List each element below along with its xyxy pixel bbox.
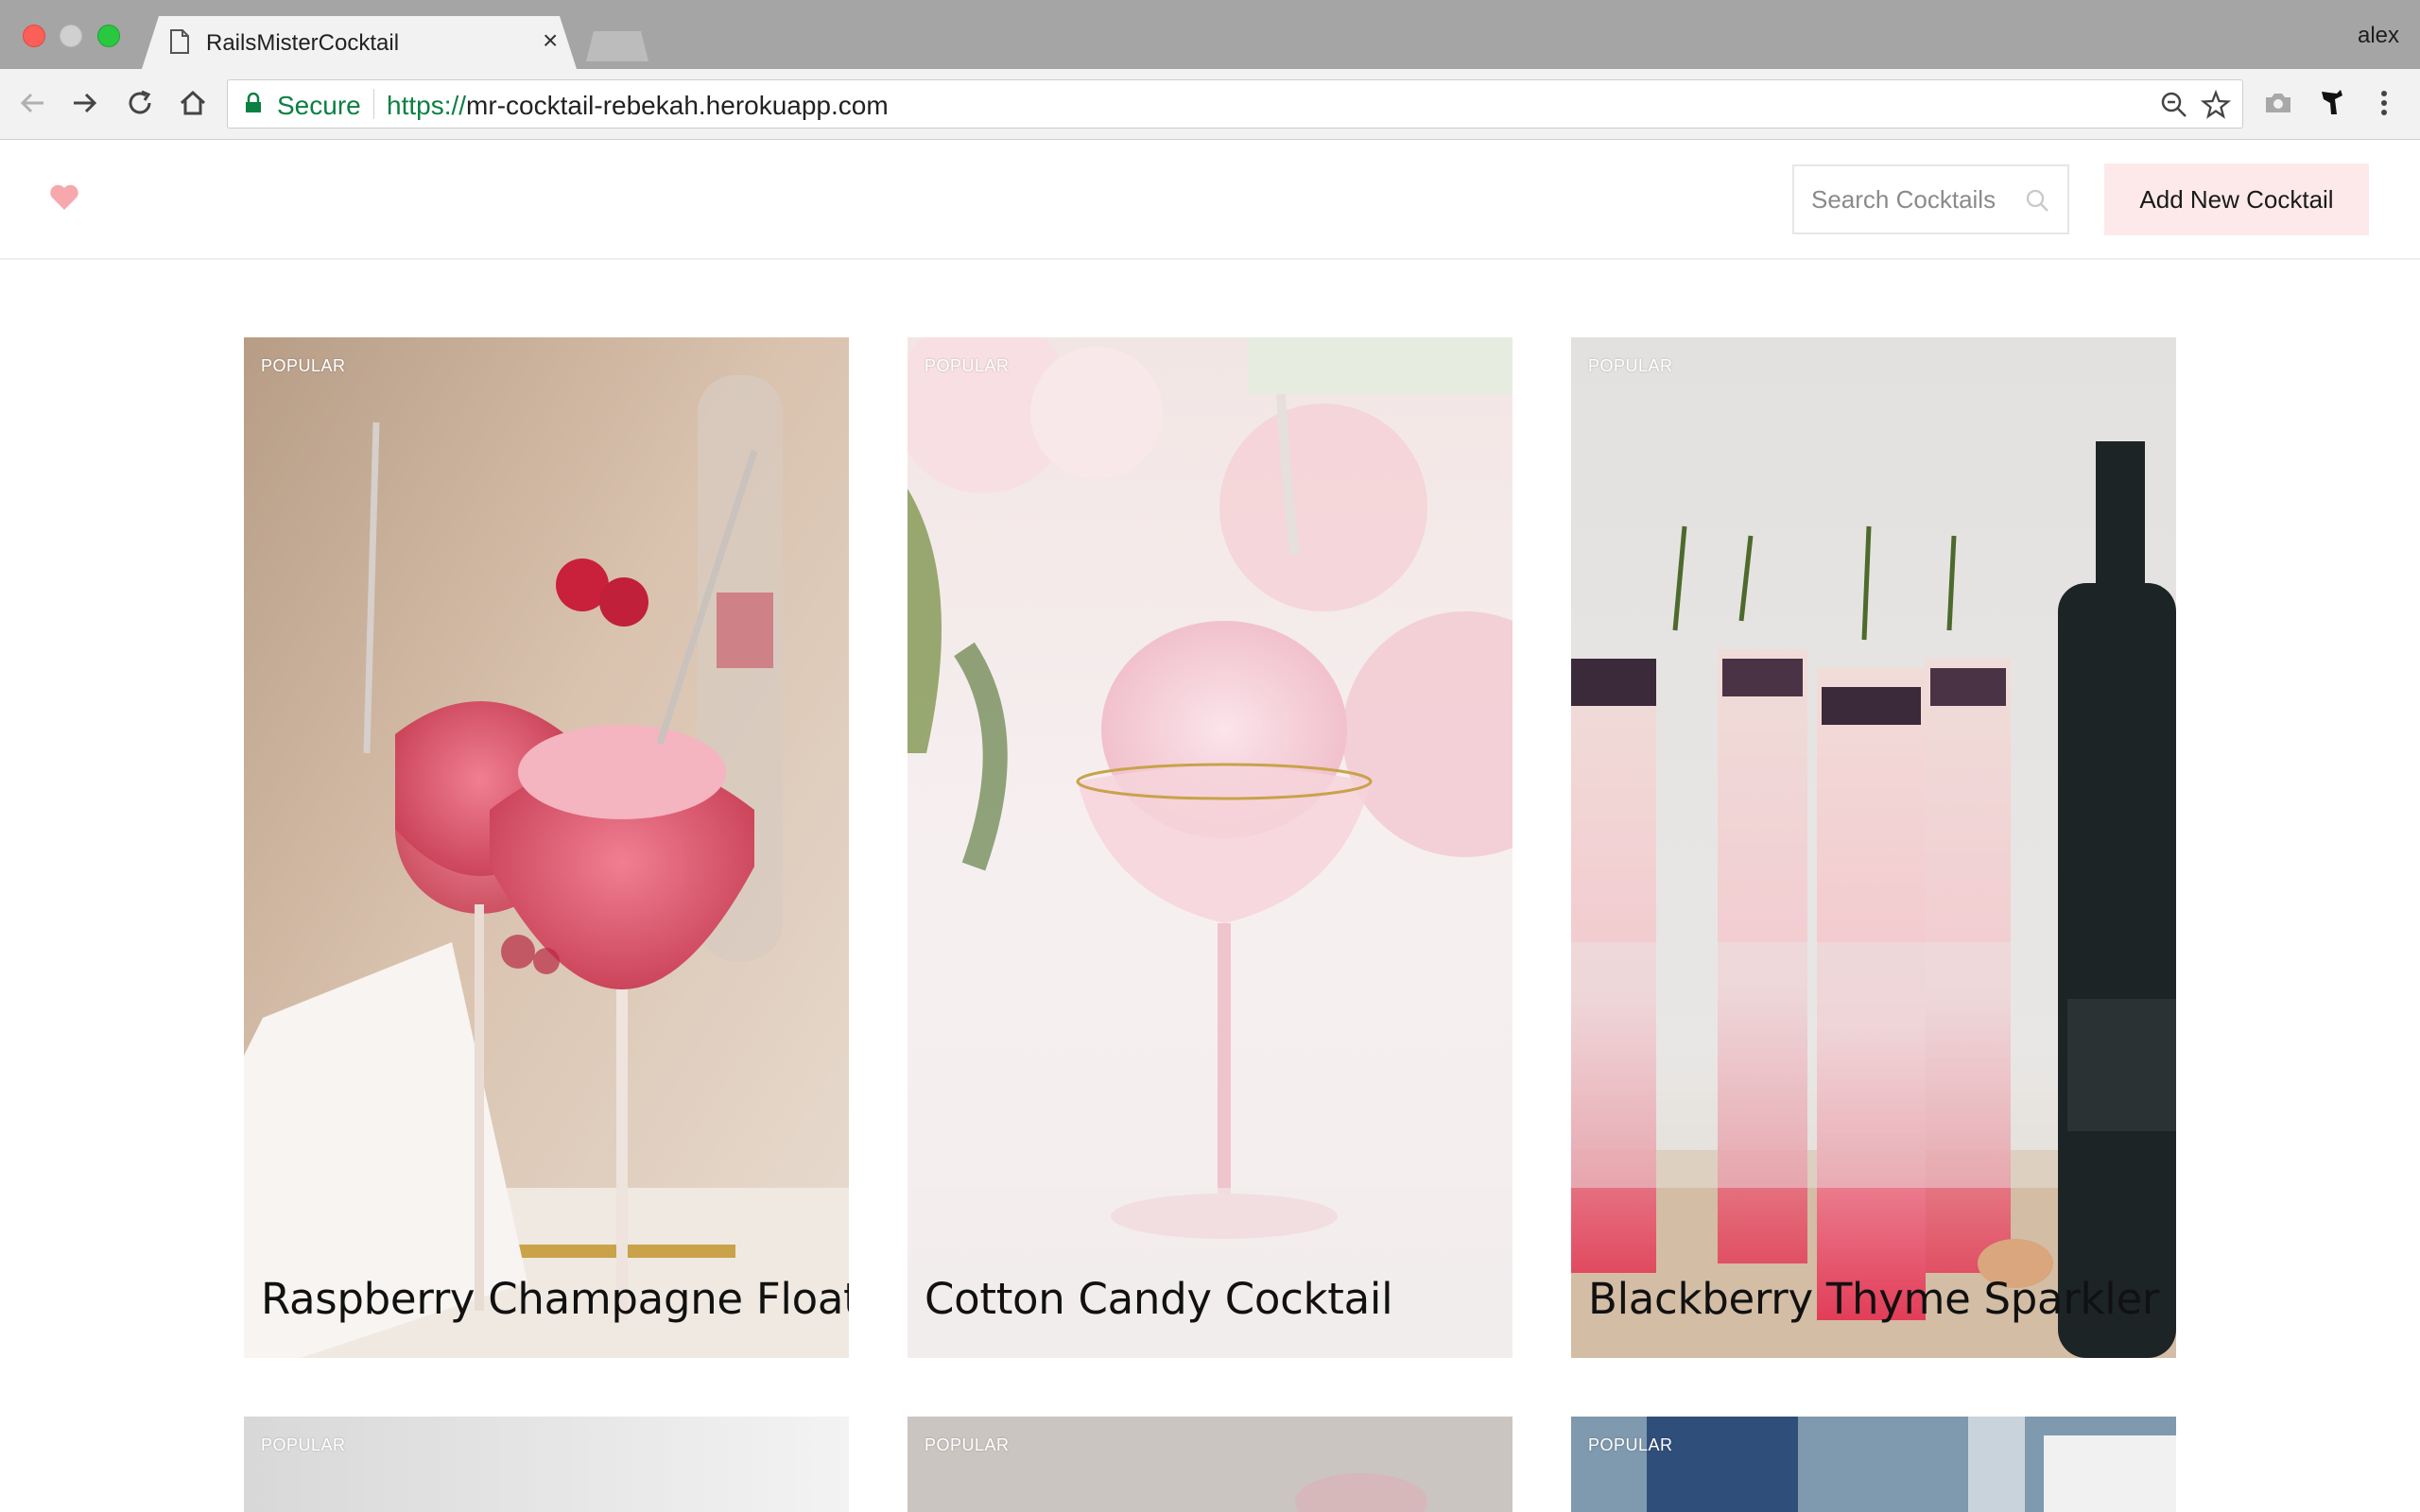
popular-badge: POPULAR: [925, 356, 1010, 375]
popular-badge: POPULAR: [1588, 356, 1673, 375]
extension-icon[interactable]: [2314, 86, 2348, 120]
cocktail-photo: [1571, 337, 2176, 1358]
bookmark-star-icon[interactable]: [2201, 90, 2231, 120]
browser-toolbar: Secure https://mr-cocktail-rebekah.herok…: [0, 69, 2420, 140]
search-input[interactable]: [1794, 166, 2031, 232]
search-form: [1792, 164, 2069, 234]
popular-badge: POPULAR: [261, 1435, 346, 1454]
popular-badge: POPULAR: [1588, 1435, 1673, 1454]
tab-title: RailsMisterCocktail: [206, 30, 400, 56]
cocktail-title[interactable]: Cotton Candy Cocktail: [925, 1274, 1393, 1324]
cocktail-photo: [244, 1417, 849, 1512]
omnibox-divider: [373, 89, 374, 119]
address-bar[interactable]: Secure https://mr-cocktail-rebekah.herok…: [227, 79, 2243, 129]
menu-icon[interactable]: [2367, 86, 2401, 120]
popular-badge: POPULAR: [261, 356, 346, 375]
back-icon[interactable]: [15, 86, 49, 120]
url-text[interactable]: https://mr-cocktail-rebekah.herokuapp.co…: [387, 91, 889, 121]
lock-icon: [246, 93, 261, 112]
security-label: Secure: [277, 91, 361, 120]
document-icon: [170, 29, 189, 54]
url-host: mr-cocktail-rebekah.herokuapp.com: [466, 91, 889, 120]
cocktail-card[interactable]: POPULAR: [1571, 1417, 2176, 1512]
browser-tab-active[interactable]: RailsMisterCocktail ×: [142, 16, 577, 69]
cocktail-photo: [1571, 1417, 2176, 1512]
cocktail-photo: [908, 1417, 1512, 1512]
zoom-icon[interactable]: [2159, 90, 2189, 120]
new-tab-button[interactable]: [586, 31, 648, 61]
url-scheme: https://: [387, 91, 467, 120]
minimize-window-button[interactable]: [60, 25, 82, 47]
tab-close-icon[interactable]: ×: [543, 27, 558, 54]
cocktail-photo: [244, 337, 849, 1358]
camera-icon[interactable]: [2261, 86, 2295, 120]
cocktail-card[interactable]: POPULAR Blackberry Thyme Sparkler: [1571, 337, 2176, 1358]
search-icon[interactable]: [2024, 187, 2050, 214]
popular-badge: POPULAR: [925, 1435, 1010, 1454]
add-cocktail-button[interactable]: Add New Cocktail: [2104, 163, 2369, 235]
cocktail-card[interactable]: POPULAR Cotton Candy Cocktail: [908, 337, 1512, 1358]
maximize-window-button[interactable]: [97, 25, 120, 47]
app-navbar: Add New Cocktail: [0, 141, 2420, 260]
reload-icon[interactable]: [123, 86, 157, 120]
cocktail-card[interactable]: POPULAR: [908, 1417, 1512, 1512]
cocktail-card[interactable]: POPULAR: [244, 1417, 849, 1512]
close-window-button[interactable]: [23, 25, 45, 47]
profile-name[interactable]: alex: [2358, 23, 2399, 49]
forward-icon[interactable]: [68, 86, 102, 120]
home-icon[interactable]: [176, 86, 210, 120]
cocktail-card[interactable]: POPULAR Raspberry Champagne Float: [244, 337, 849, 1358]
cocktail-photo: [908, 337, 1512, 1358]
cocktail-title[interactable]: Raspberry Champagne Float: [261, 1274, 849, 1324]
cocktail-title[interactable]: Blackberry Thyme Sparkler: [1588, 1274, 2159, 1324]
heart-icon[interactable]: [49, 184, 79, 211]
browser-titlebar: RailsMisterCocktail × alex: [0, 0, 2420, 69]
